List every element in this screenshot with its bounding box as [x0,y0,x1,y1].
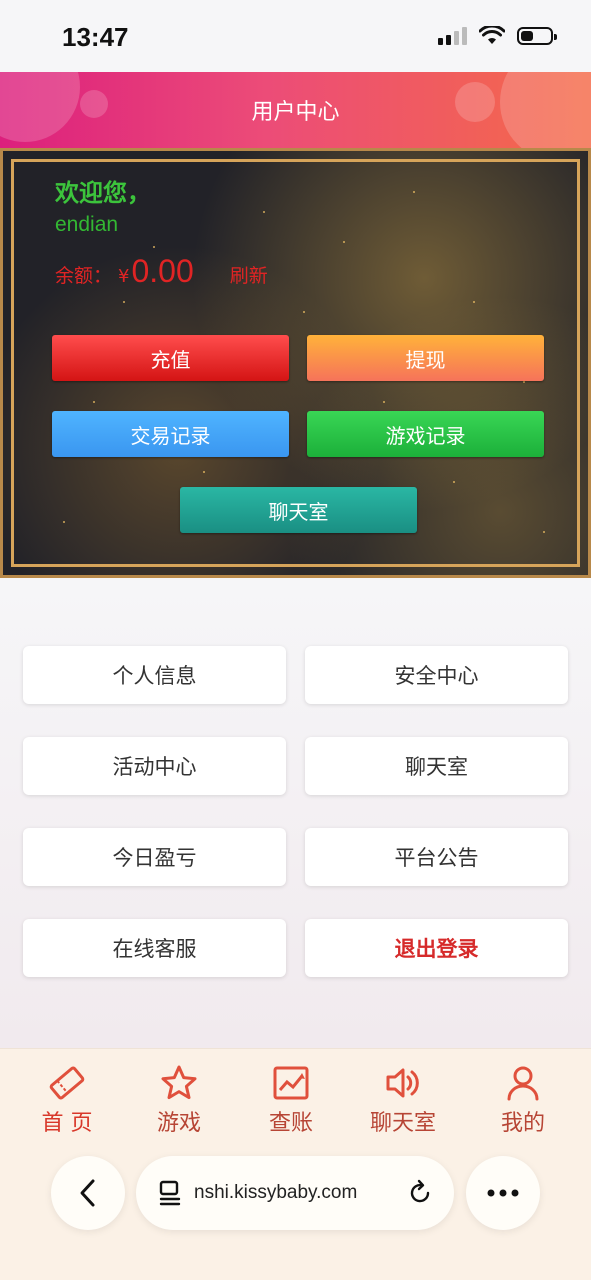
tab-chat[interactable]: 聊天室 [348,1063,458,1137]
username: endian [55,213,119,236]
activity-center-button[interactable]: 活动中心 [23,737,286,795]
balance-row: 余额： ¥ 0.00 刷新 [55,253,268,290]
reload-icon[interactable] [406,1179,434,1207]
withdraw-button[interactable]: 提现 [307,335,544,381]
user-icon [507,1066,539,1101]
chevron-left-icon [80,1179,95,1207]
menu-grid: 个人信息 安全中心 活动中心 聊天室 今日盈亏 平台公告 在线客服 退出登录 [0,578,591,1048]
balance-value: 0.00 [131,253,194,289]
security-center-button[interactable]: 安全中心 [305,646,568,704]
star-icon [161,1065,197,1100]
personal-info-button[interactable]: 个人信息 [23,646,286,704]
browser-back-button[interactable] [51,1156,125,1230]
status-time: 13:47 [62,22,129,52]
browser-url: nshi.kissybaby.com [194,1182,358,1203]
chat-room-menu-button[interactable]: 聊天室 [305,737,568,795]
today-pnl-button[interactable]: 今日盈亏 [23,828,286,886]
more-dots-icon [487,1189,519,1197]
currency-symbol: ¥ [118,266,130,287]
tab-mine[interactable]: 我的 [468,1063,578,1137]
speaker-icon [386,1068,419,1098]
tab-label-chat: 聊天室 [369,1111,436,1136]
status-bar: 13:47 [0,0,591,72]
status-icons [438,26,557,46]
browser-address-bar[interactable]: nshi.kissybaby.com [136,1156,454,1230]
wifi-icon [479,26,505,44]
customer-service-button[interactable]: 在线客服 [23,919,286,977]
announcements-button[interactable]: 平台公告 [305,828,568,886]
balance-label: 余额： [55,265,113,287]
tab-games[interactable]: 游戏 [124,1063,234,1137]
tab-label-home: 首 页 [41,1111,93,1136]
refresh-link[interactable]: 刷新 [230,261,268,288]
browser-more-button[interactable] [466,1156,540,1230]
page-header: 用户中心 [0,72,591,148]
battery-icon [517,27,557,45]
tab-label-games: 游戏 [156,1111,201,1136]
transactions-button[interactable]: 交易记录 [52,411,289,457]
ticket-icon [49,1066,85,1100]
tab-accounts[interactable]: 查账 [236,1063,346,1137]
tab-label-accounts: 查账 [268,1111,313,1136]
tab-home[interactable]: 首 页 [12,1063,122,1137]
recharge-button[interactable]: 充值 [52,335,289,381]
logout-button[interactable]: 退出登录 [305,919,568,977]
page-menu-icon[interactable] [156,1179,184,1207]
account-panel: 欢迎您， endian 余额： ¥ 0.00 刷新 充值 提现 交易记录 游戏记… [0,148,591,578]
tab-label-mine: 我的 [500,1111,545,1136]
chat-room-button[interactable]: 聊天室 [180,487,417,533]
welcome-text: 欢迎您， [55,179,151,207]
game-records-button[interactable]: 游戏记录 [307,411,544,457]
cellular-signal-icon [438,27,467,45]
page-title: 用户中心 [251,100,340,125]
chart-icon [273,1066,309,1100]
